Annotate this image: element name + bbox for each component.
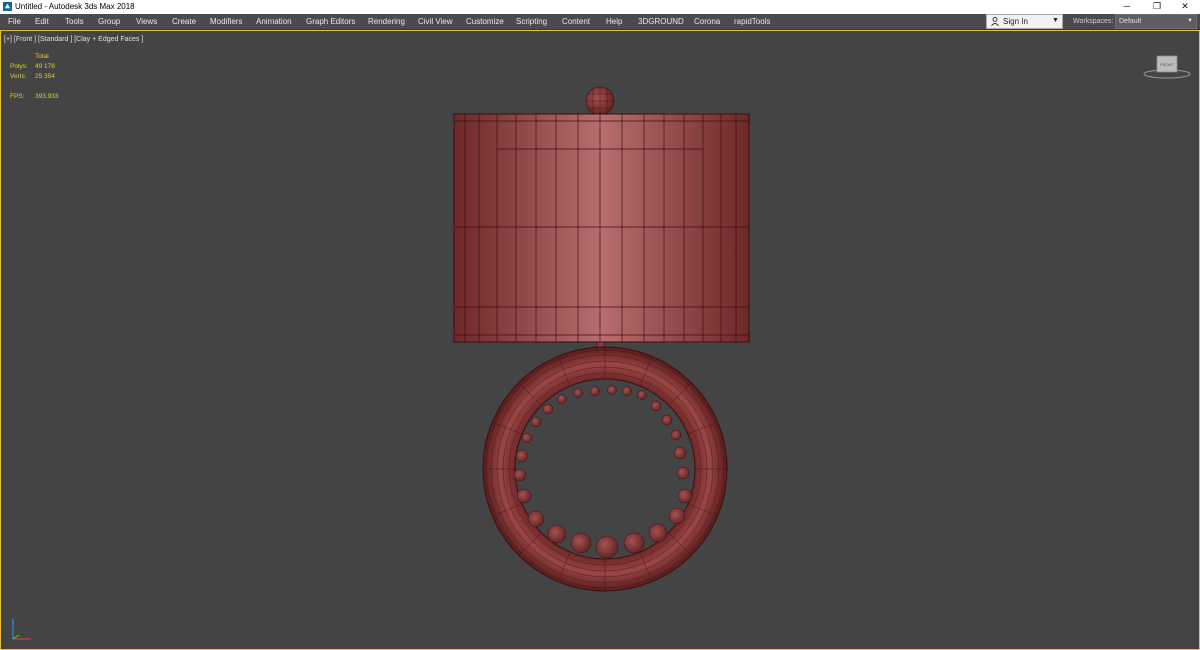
lamp-model: [453, 86, 750, 592]
workspace-value: Default: [1119, 18, 1142, 25]
verts-value: 25 354: [35, 73, 55, 80]
viewcube-face-label: FRONT: [1160, 62, 1174, 67]
menu-modifiers[interactable]: Modifiers: [210, 17, 242, 26]
statistics-overlay: Total Polys: 49 178 Verts: 25 354 FPS: 3…: [10, 53, 90, 103]
menu-scripting[interactable]: Scripting: [516, 17, 547, 26]
fps-label: FPS:: [10, 93, 25, 100]
menu-rapidtools[interactable]: rapidTools: [734, 17, 770, 26]
minimize-button[interactable]: ─: [1112, 0, 1142, 14]
menu-group[interactable]: Group: [98, 17, 120, 26]
menu-corona[interactable]: Corona: [694, 17, 720, 26]
menu-create[interactable]: Create: [172, 17, 196, 26]
chevron-down-icon: ▼: [1187, 18, 1193, 24]
fps-value: 393,933: [35, 93, 59, 100]
menu-3dground[interactable]: 3DGROUND: [638, 17, 684, 26]
chevron-down-icon: ▼: [1052, 17, 1059, 24]
maximize-button[interactable]: ❐: [1142, 0, 1172, 14]
stats-header: Total: [35, 53, 49, 60]
verts-label: Verts:: [10, 73, 27, 80]
menu-tools[interactable]: Tools: [65, 17, 84, 26]
polys-label: Polys:: [10, 63, 28, 70]
viewport-label[interactable]: [+] [Front ] [Standard ] [Clay + Edged F…: [4, 35, 143, 44]
menu-animation[interactable]: Animation: [256, 17, 292, 26]
menu-customize[interactable]: Customize: [466, 17, 504, 26]
title-bar: Untitled - Autodesk 3ds Max 2018 ─ ❐ ✕: [0, 0, 1200, 14]
menu-file[interactable]: File: [8, 17, 21, 26]
close-button[interactable]: ✕: [1170, 0, 1200, 14]
front-viewport[interactable]: [+] [Front ] [Standard ] [Clay + Edged F…: [0, 30, 1200, 650]
menu-civil-view[interactable]: Civil View: [418, 17, 453, 26]
window-title: Untitled - Autodesk 3ds Max 2018: [15, 2, 135, 11]
menu-content[interactable]: Content: [562, 17, 590, 26]
workspace-select[interactable]: Default ▼: [1115, 14, 1197, 29]
menu-rendering[interactable]: Rendering: [368, 17, 405, 26]
menu-help[interactable]: Help: [606, 17, 622, 26]
axis-tripod-icon: [12, 619, 31, 640]
menu-edit[interactable]: Edit: [35, 17, 49, 26]
viewcube-icon[interactable]: FRONT: [1141, 53, 1193, 81]
user-icon: [991, 17, 999, 26]
polys-value: 49 178: [35, 63, 55, 70]
workspaces-label: Workspaces:: [1073, 18, 1114, 25]
menu-graph-editors[interactable]: Graph Editors: [306, 17, 355, 26]
menu-views[interactable]: Views: [136, 17, 157, 26]
sign-in-label: Sign In: [1003, 17, 1028, 26]
3dsmax-app-icon: [3, 2, 12, 11]
sign-in-dropdown[interactable]: Sign In ▼: [986, 14, 1063, 29]
menu-bar: File Edit Tools Group Views Create Modif…: [0, 14, 1200, 30]
